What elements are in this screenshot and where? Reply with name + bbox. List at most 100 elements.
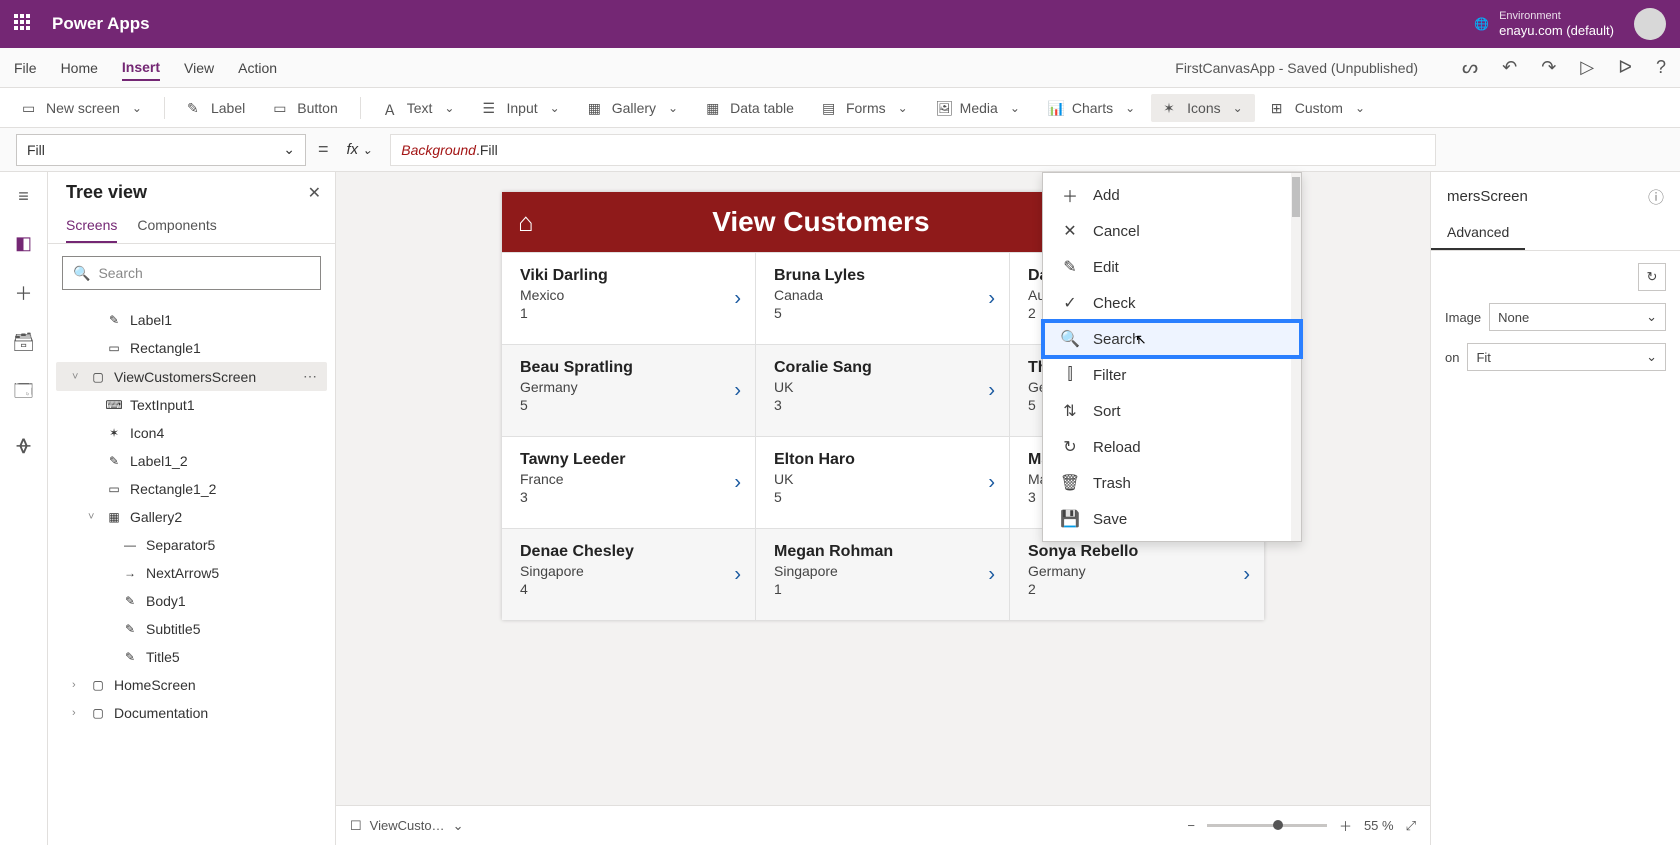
dropdown-scrollbar[interactable] — [1291, 173, 1301, 541]
new-screen-button[interactable]: ▭New screen — [10, 94, 154, 122]
close-icon[interactable]: ✕ — [308, 183, 321, 203]
selected-element-name: mersScreen — [1447, 188, 1528, 205]
chevron-right-icon[interactable]: › — [734, 379, 741, 402]
property-selector[interactable]: Fill⌄ — [16, 134, 306, 166]
home-icon[interactable]: ⌂ — [518, 207, 534, 238]
forms-button[interactable]: ▤Forms — [810, 94, 920, 122]
media-icon[interactable]: 🗔 — [14, 379, 34, 409]
play-icon[interactable]: ▷ — [1580, 57, 1594, 78]
tree-node[interactable]: ⌨TextInput1 — [56, 391, 327, 419]
chart-icon: 📊 — [1048, 100, 1064, 116]
tree-node[interactable]: —Separator5 — [56, 531, 327, 559]
chevron-right-icon[interactable]: › — [988, 287, 995, 310]
media-button[interactable]: 🖼Media — [924, 94, 1032, 122]
dropdown-item-check[interactable]: ✓Check — [1043, 285, 1301, 321]
zoom-in-button[interactable]: ＋ — [1339, 816, 1352, 835]
gallery-item[interactable]: Tawny LeederFrance3› — [502, 436, 756, 528]
dropdown-item-save[interactable]: 💾Save — [1043, 501, 1301, 537]
zoom-out-button[interactable]: − — [1187, 818, 1195, 833]
menu-insert[interactable]: Insert — [122, 55, 160, 81]
chevron-right-icon[interactable]: › — [734, 471, 741, 494]
gallery-item[interactable]: Coralie SangUK3› — [756, 344, 1010, 436]
tab-components[interactable]: Components — [137, 209, 216, 243]
charts-button[interactable]: 📊Charts — [1036, 94, 1147, 122]
app-launcher-icon[interactable] — [14, 14, 34, 34]
tree-node[interactable]: ˅▢ViewCustomersScreen⋯ — [56, 362, 327, 391]
tree-view-icon[interactable]: ◧ — [15, 233, 32, 254]
chevron-right-icon[interactable]: › — [734, 563, 741, 586]
dropdown-item-add[interactable]: ＋Add — [1043, 177, 1301, 213]
chevron-right-icon[interactable]: › — [988, 563, 995, 586]
canvas-title: View Customers — [554, 206, 1088, 238]
data-table-button[interactable]: ▦Data table — [694, 94, 806, 122]
dropdown-item-trash[interactable]: 🗑Trash — [1043, 465, 1301, 501]
tree-node[interactable]: ˅▦Gallery2 — [56, 503, 327, 531]
input-button[interactable]: ☰Input — [470, 94, 571, 122]
tree-node[interactable]: ✶Icon4 — [56, 419, 327, 447]
tree-node[interactable]: ✎Label1 — [56, 306, 327, 334]
chevron-right-icon[interactable]: › — [988, 379, 995, 402]
tree-node[interactable]: ▭Rectangle1_2 — [56, 475, 327, 503]
gallery-button[interactable]: ▦Gallery — [576, 94, 690, 122]
chevron-right-icon[interactable]: › — [1243, 563, 1250, 586]
tree-node[interactable]: ›▢Documentation — [56, 699, 327, 727]
position-select[interactable]: Fit⌄ — [1467, 343, 1666, 371]
icons-button[interactable]: ✶Icons — [1151, 94, 1255, 122]
label-button[interactable]: ✎Label — [175, 94, 257, 122]
hamburger-icon[interactable]: ≡ — [18, 186, 29, 207]
breadcrumb[interactable]: ☐ ViewCusto… ⌄ — [350, 818, 463, 834]
gallery-item[interactable]: Elton HaroUK5› — [756, 436, 1010, 528]
tab-advanced[interactable]: Advanced — [1431, 216, 1525, 250]
chevron-down-icon: ⌄ — [453, 818, 464, 834]
chevron-right-icon[interactable]: › — [734, 287, 741, 310]
tree-node[interactable]: ›▢HomeScreen — [56, 671, 327, 699]
menu-home[interactable]: Home — [61, 56, 98, 80]
text-button[interactable]: ＡText — [371, 94, 467, 122]
gallery-item[interactable]: Viki DarlingMexico1› — [502, 252, 756, 344]
tree-node[interactable]: ✎Title5 — [56, 643, 327, 671]
data-icon[interactable]: 🗃 — [12, 332, 35, 353]
add-icon[interactable]: ＋ — [15, 280, 33, 306]
tools-icon[interactable]: ᚖ — [17, 435, 31, 456]
dropdown-item-edit[interactable]: ✎Edit — [1043, 249, 1301, 285]
menu-action[interactable]: Action — [238, 56, 277, 80]
tree-search-input[interactable]: 🔍 Search — [62, 256, 321, 290]
menu-view[interactable]: View — [184, 56, 214, 80]
tree-node[interactable]: ✎Subtitle5 — [56, 615, 327, 643]
tree-node[interactable]: ✎Body1 — [56, 587, 327, 615]
image-select[interactable]: None⌄ — [1489, 303, 1666, 331]
fx-button[interactable]: fx — [341, 141, 379, 158]
environment-picker[interactable]: 🌐 Environment enayu.com (default) — [1474, 10, 1614, 39]
save-icon: 💾 — [1061, 510, 1079, 528]
tab-screens[interactable]: Screens — [66, 209, 117, 243]
custom-button[interactable]: ⊞Custom — [1259, 94, 1377, 122]
gallery-item[interactable]: Bruna LylesCanada5› — [756, 252, 1010, 344]
app-checker-icon[interactable]: ᔕ — [1462, 57, 1478, 78]
tree-view-panel: Tree view ✕ Screens Components 🔍 Search … — [48, 172, 336, 845]
chevron-right-icon[interactable]: › — [988, 471, 995, 494]
fullscreen-icon[interactable]: ⤢ — [1406, 818, 1416, 834]
tree-node[interactable]: ✎Label1_2 — [56, 447, 327, 475]
info-icon[interactable]: ⓘ — [1648, 184, 1664, 208]
dropdown-item-sort[interactable]: ⇅Sort — [1043, 393, 1301, 429]
dropdown-item-filter[interactable]: ⫿Filter — [1043, 357, 1301, 393]
reset-button[interactable]: ↻ — [1638, 263, 1666, 291]
gallery-item[interactable]: Megan RohmanSingapore1› — [756, 528, 1010, 620]
menu-file[interactable]: File — [14, 56, 37, 80]
undo-icon[interactable]: ↶ — [1502, 57, 1517, 78]
checkbox-icon[interactable]: ☐ — [350, 818, 362, 834]
share-icon[interactable]: ᐅ — [1618, 57, 1632, 78]
gallery-item[interactable]: Denae ChesleySingapore4› — [502, 528, 756, 620]
dropdown-item-cancel[interactable]: ✕Cancel — [1043, 213, 1301, 249]
gallery-item[interactable]: Beau SpratlingGermany5› — [502, 344, 756, 436]
user-avatar[interactable] — [1634, 8, 1666, 40]
tree-node[interactable]: →NextArrow5 — [56, 559, 327, 587]
dropdown-item-reload[interactable]: ↻Reload — [1043, 429, 1301, 465]
dropdown-item-search[interactable]: 🔍Search↖ — [1043, 321, 1301, 357]
formula-input[interactable]: Background.Fill — [390, 134, 1436, 166]
button-button[interactable]: ▭Button — [261, 94, 349, 122]
redo-icon[interactable]: ↷ — [1541, 57, 1556, 78]
zoom-slider[interactable] — [1207, 824, 1327, 827]
tree-node[interactable]: ▭Rectangle1 — [56, 334, 327, 362]
help-icon[interactable]: ? — [1656, 57, 1666, 78]
